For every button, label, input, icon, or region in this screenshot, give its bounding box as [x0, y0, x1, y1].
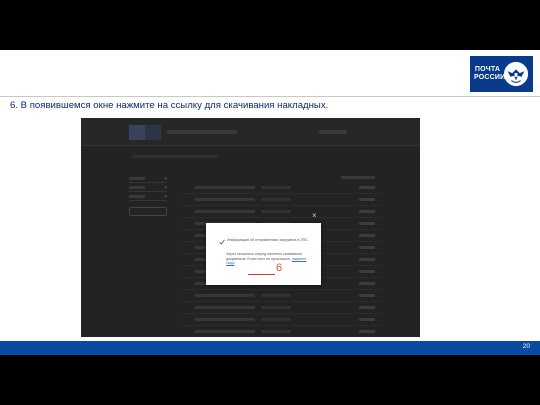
screenshot-breadcrumb-placeholder: [131, 155, 219, 158]
table-row[interactable]: [181, 302, 381, 314]
table-row[interactable]: [181, 182, 381, 194]
modal-title: Информация об отправлениях загружена в Л…: [227, 238, 309, 242]
modal-message-text: Через несколько секунд начнется скачиван…: [226, 252, 303, 261]
table-column-header: [341, 176, 375, 179]
logo-text: ПОЧТА РОССИИ: [474, 66, 506, 82]
filter-field[interactable]: ▾: [129, 185, 167, 192]
close-icon[interactable]: ×: [312, 212, 317, 220]
logo-line-2: РОССИИ: [474, 74, 506, 81]
screenshot-logo-icon: [129, 125, 161, 140]
callout-underline: [248, 274, 275, 275]
screenshot-user-placeholder: [319, 130, 347, 134]
modal-message: Через несколько секунд начнется скачиван…: [226, 252, 314, 266]
table-row[interactable]: [181, 290, 381, 302]
table-row[interactable]: [181, 326, 381, 337]
header-divider: [0, 96, 540, 97]
page-number: 20: [522, 343, 530, 350]
table-row[interactable]: [181, 206, 381, 218]
filter-field[interactable]: ▾: [129, 176, 167, 183]
filter-field[interactable]: ▾: [129, 194, 167, 201]
filter-apply-button[interactable]: [129, 207, 167, 216]
screenshot-nav-placeholder: [167, 130, 237, 134]
eagle-emblem-icon: [503, 61, 529, 87]
russian-post-logo: ПОЧТА РОССИИ: [470, 56, 533, 92]
footer-bar: 20: [0, 341, 540, 355]
logo-line-1: ПОЧТА: [474, 66, 501, 73]
screenshot-header: [81, 118, 420, 146]
table-row[interactable]: [181, 194, 381, 206]
callout-number: 6: [276, 262, 283, 274]
table-row[interactable]: [181, 314, 381, 326]
check-icon: [219, 239, 225, 245]
instruction-text: 6. В появившемся окне нажмите на ссылку …: [10, 100, 329, 111]
